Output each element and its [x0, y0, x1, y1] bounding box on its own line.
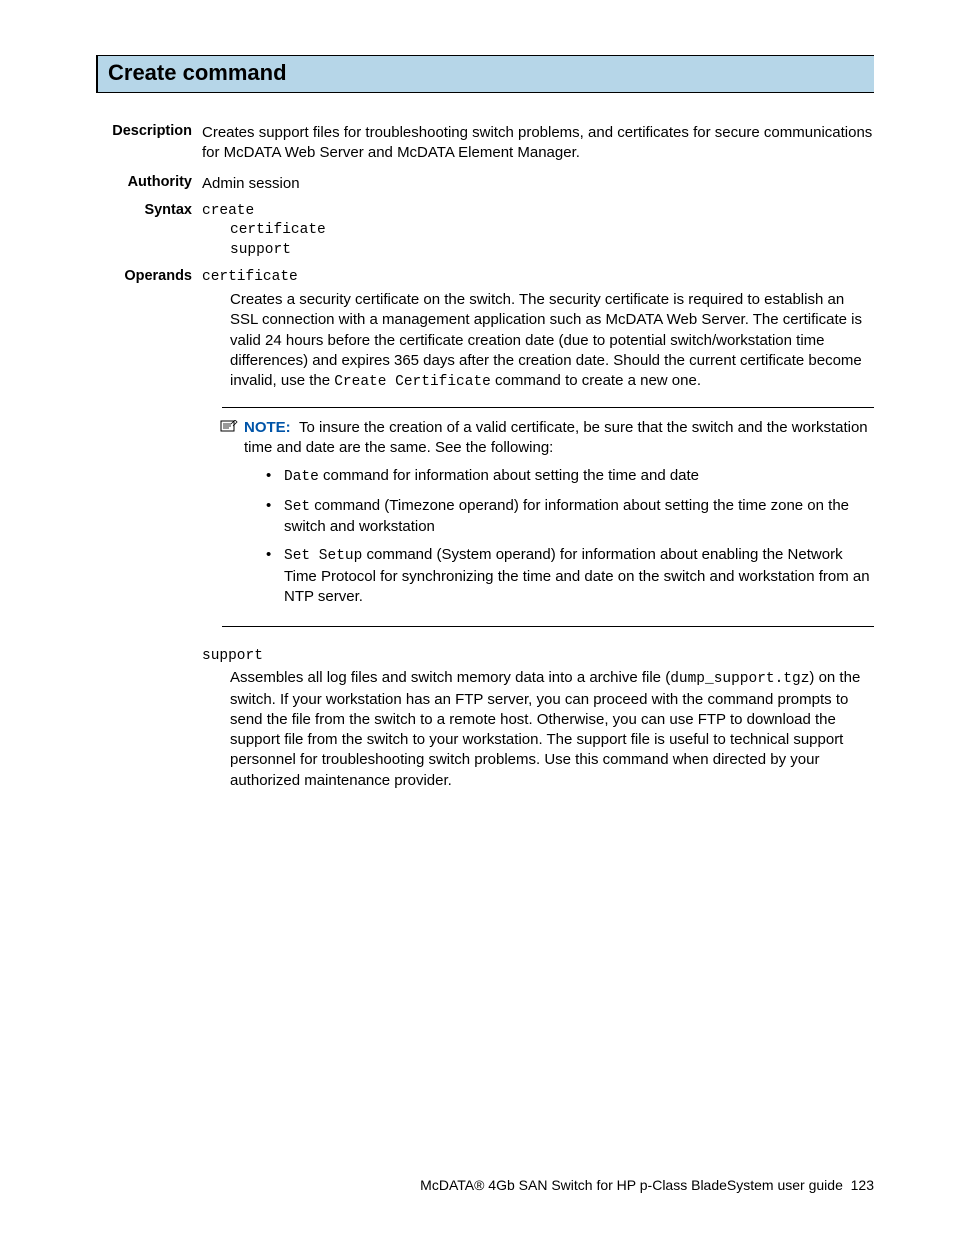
note-list: Date command for information about setti…: [244, 458, 874, 607]
authority-label: Authority: [96, 174, 202, 194]
cert-desc-part2: command to create a new one.: [491, 372, 701, 389]
syntax-arg-1: support: [202, 241, 874, 261]
footer-page: 123: [851, 1177, 874, 1193]
note-bullet-2-cmd: Set Setup: [284, 548, 362, 564]
support-desc-part0: Assembles all log files and switch memor…: [230, 669, 670, 686]
note-bullet-0-cmd: Date: [284, 469, 319, 485]
operand-desc-certificate: Creates a security certificate on the sw…: [202, 290, 874, 393]
page-footer: McDATA® 4Gb SAN Switch for HP p-Class Bl…: [420, 1177, 874, 1193]
note-intro: To insure the creation of a valid certif…: [244, 419, 868, 456]
syntax-label: Syntax: [96, 202, 202, 261]
operands-label: Operands: [96, 268, 202, 804]
note-bullet-1-rest: command (Timezone operand) for informati…: [284, 497, 849, 536]
operand-name-support: support: [202, 647, 874, 667]
support-desc-code: dump_support.tgz: [670, 671, 809, 687]
section-title-bar: Create command: [96, 55, 874, 93]
authority-text: Admin session: [202, 174, 874, 194]
syntax-arg-0: certificate: [202, 221, 874, 241]
operand-name-certificate: certificate: [202, 268, 874, 288]
description-text: Creates support files for troubleshootin…: [202, 123, 874, 164]
operands-row: Operands certificate Creates a security …: [96, 268, 874, 804]
note-bullet-1: Set command (Timezone operand) for infor…: [266, 496, 874, 538]
footer-text: McDATA® 4Gb SAN Switch for HP p-Class Bl…: [420, 1177, 843, 1193]
note-bullet-0-rest: command for information about setting th…: [319, 467, 699, 484]
note-label: NOTE:: [244, 419, 291, 436]
section-title: Create command: [108, 60, 864, 86]
syntax-row: Syntax create certificate support: [96, 202, 874, 261]
note-bullet-0: Date command for information about setti…: [266, 466, 874, 488]
operands-content: certificate Creates a security certifica…: [202, 268, 874, 804]
description-row: Description Creates support files for tr…: [96, 123, 874, 164]
note-box: NOTE: To insure the creation of a valid …: [222, 407, 874, 627]
cert-desc-code: Create Certificate: [334, 374, 491, 390]
syntax-cmd: create: [202, 202, 874, 222]
authority-row: Authority Admin session: [96, 174, 874, 194]
note-body: NOTE: To insure the creation of a valid …: [222, 418, 874, 608]
syntax-content: create certificate support: [202, 202, 874, 261]
operand-desc-support: Assembles all log files and switch memor…: [202, 668, 874, 791]
description-label: Description: [96, 123, 202, 164]
note-bullet-2-rest: command (System operand) for information…: [284, 546, 870, 605]
note-icon: [220, 420, 238, 434]
note-bullet-2: Set Setup command (System operand) for i…: [266, 545, 874, 607]
note-bullet-1-cmd: Set: [284, 499, 310, 515]
